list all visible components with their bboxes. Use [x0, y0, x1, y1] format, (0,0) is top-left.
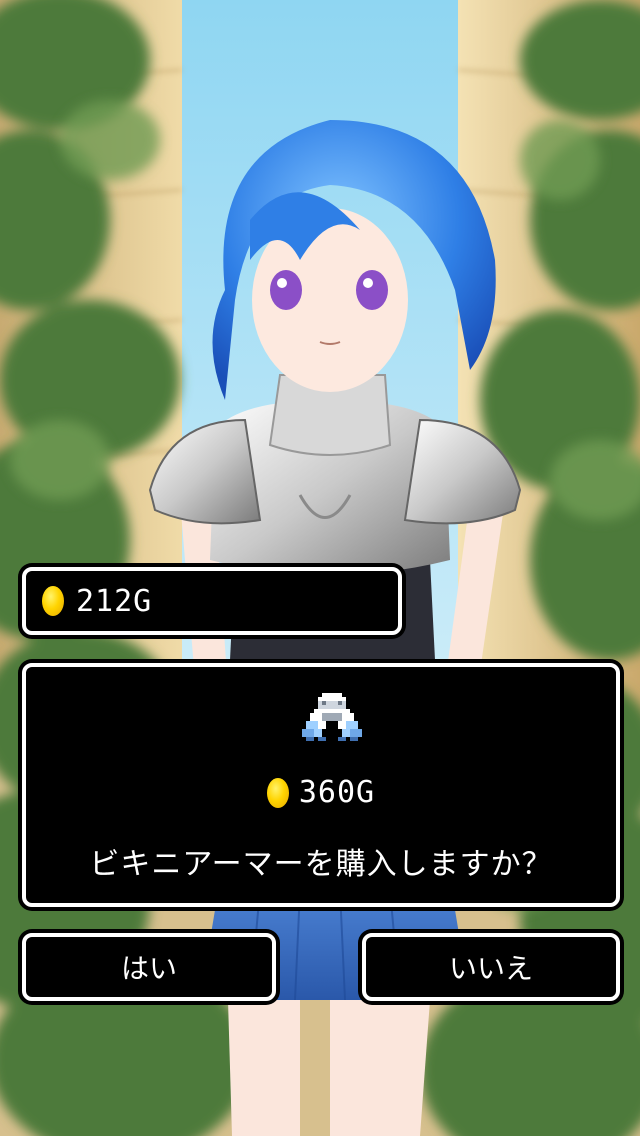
gold-amount: 212G — [76, 583, 153, 619]
purchase-question: ビキニアーマーを購入しますか？ — [89, 847, 553, 882]
gold-window: 212G — [22, 567, 402, 635]
yes-button[interactable]: はい — [22, 933, 276, 1001]
yes-button-label: はい — [120, 952, 177, 985]
item-price: 360G — [298, 775, 376, 810]
no-button-label: いいえ — [448, 952, 533, 985]
purchase-dialog: 360G ビキニアーマーを購入しますか？ — [22, 663, 620, 907]
coin-icon — [42, 586, 64, 616]
game-screen: 212G 360G ビキニアーマーを購入しますか？ はい いいえ — [0, 0, 640, 1136]
coin-icon — [266, 777, 289, 808]
armor-icon — [302, 693, 362, 741]
no-button[interactable]: いいえ — [362, 933, 620, 1001]
